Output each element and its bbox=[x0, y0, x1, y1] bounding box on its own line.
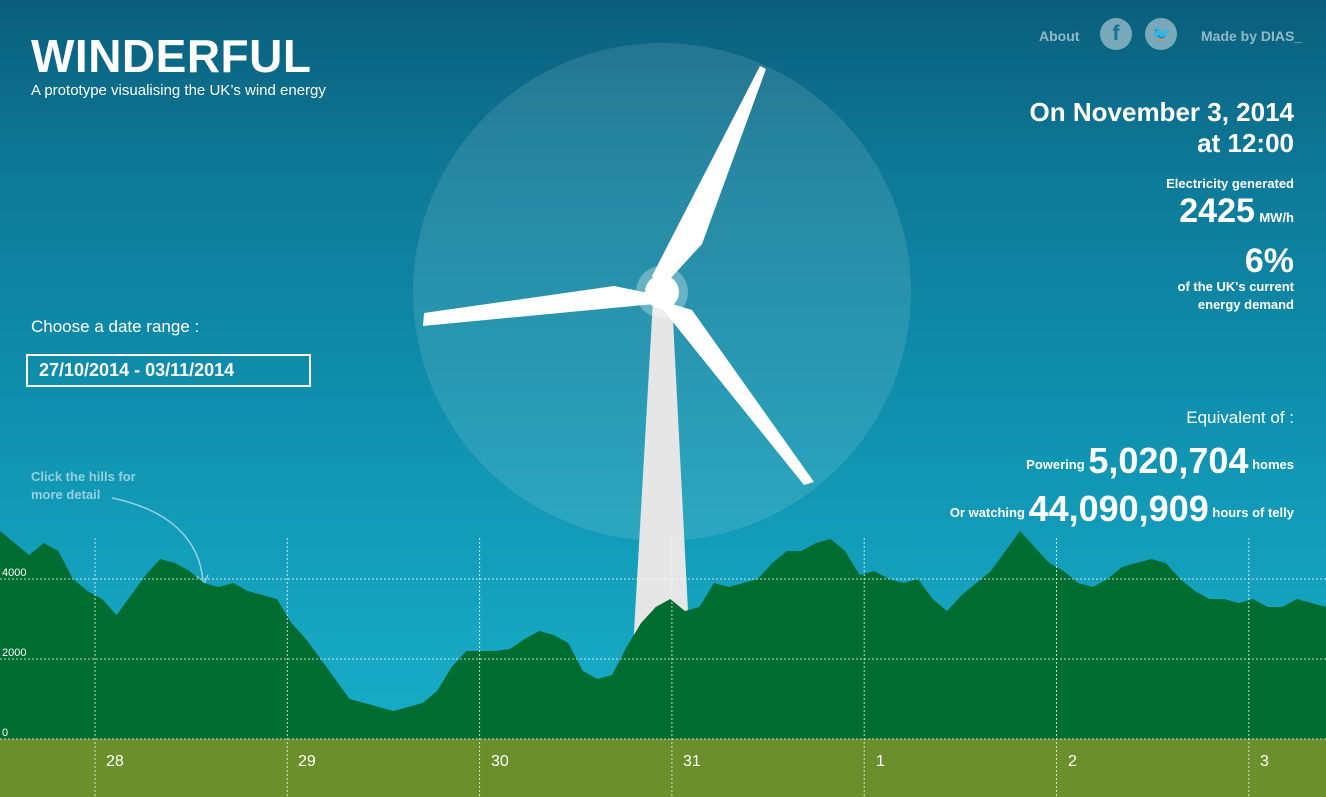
ground-band bbox=[0, 739, 1326, 797]
day-label-3: 3 bbox=[1260, 753, 1269, 770]
y-tick-label-0: 0 bbox=[2, 727, 8, 739]
day-label-28: 28 bbox=[106, 753, 124, 770]
day-label-30: 30 bbox=[491, 753, 509, 770]
day-label-2: 2 bbox=[1068, 753, 1077, 770]
y-tick-label-4000: 4000 bbox=[2, 567, 26, 579]
wind-hills-chart[interactable]: 4000 2000 0 bbox=[0, 0, 1326, 797]
day-label-31: 31 bbox=[683, 753, 701, 770]
day-label-29: 29 bbox=[298, 753, 316, 770]
day-label-1: 1 bbox=[876, 753, 885, 770]
y-tick-label-2000: 2000 bbox=[2, 647, 26, 659]
wind-output-area bbox=[0, 531, 1326, 739]
